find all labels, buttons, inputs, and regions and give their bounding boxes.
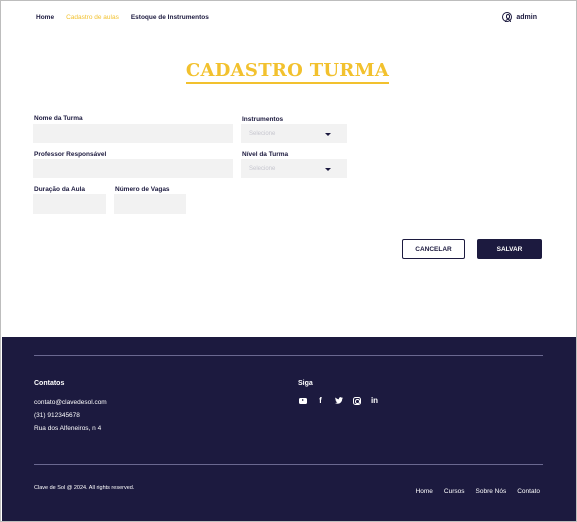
instrumentos-label: Instrumentos — [242, 116, 284, 123]
footer-nav-home[interactable]: Home — [416, 488, 433, 495]
footer-divider-top — [34, 355, 543, 356]
nav-cadastro-aulas-link[interactable]: Cadastro de aulas — [66, 14, 119, 21]
footer-divider-bottom — [34, 464, 543, 465]
nivel-turma-label: Nível da Turma — [242, 151, 289, 158]
facebook-icon[interactable]: f — [316, 396, 325, 405]
nav-estoque-link[interactable]: Estoque de Instrumentos — [131, 14, 209, 21]
contact-email[interactable]: contato@clavedesol.com — [34, 399, 107, 406]
footer-nav-contato[interactable]: Contato — [517, 488, 540, 495]
footer-nav-sobre[interactable]: Sobre Nós — [476, 488, 507, 495]
professor-label: Professor Responsável — [34, 151, 107, 158]
vagas-input[interactable] — [114, 194, 186, 214]
siga-heading: Siga — [298, 380, 313, 387]
copyright-text: Clave de Sol @ 2024. All rights reserved… — [34, 485, 135, 491]
instrumentos-select[interactable]: Selecione — [241, 124, 347, 143]
chevron-down-icon — [325, 133, 331, 136]
footer: Contatos contato@clavedesol.com (31) 912… — [2, 337, 576, 521]
page-title: CADASTRO TURMA — [1, 60, 574, 84]
social-links: f in — [298, 396, 379, 405]
top-nav: Home Cadastro de aulas Estoque de Instru… — [36, 14, 209, 21]
contact-phone: (31) 912345678 — [34, 412, 80, 419]
professor-input[interactable] — [33, 159, 233, 178]
instrumentos-select-value: Selecione — [249, 130, 276, 137]
youtube-icon[interactable] — [298, 396, 307, 405]
twitter-icon[interactable] — [334, 396, 343, 405]
duracao-label: Duração da Aula — [34, 186, 86, 193]
nivel-turma-select-value: Selecione — [249, 165, 276, 172]
vagas-label: Número de Vagas — [115, 186, 170, 193]
instagram-icon[interactable] — [352, 396, 361, 405]
page: Home Cadastro de aulas Estoque de Instru… — [0, 0, 577, 522]
cancel-button[interactable]: CANCELAR — [402, 239, 465, 259]
user-name: admin — [516, 13, 537, 21]
user-menu[interactable]: admin — [502, 12, 537, 22]
contact-address: Rua dos Alfeneiros, n 4 — [34, 425, 102, 432]
nome-turma-label: Nome da Turma — [34, 115, 83, 122]
nivel-turma-select[interactable]: Selecione — [241, 159, 347, 178]
linkedin-icon[interactable]: in — [370, 396, 379, 405]
footer-nav: Home Cursos Sobre Nós Contato — [416, 488, 540, 495]
chevron-down-icon — [325, 168, 331, 171]
contatos-heading: Contatos — [34, 380, 65, 387]
nav-home-link[interactable]: Home — [36, 14, 54, 21]
nome-turma-input[interactable] — [33, 124, 233, 143]
duracao-input[interactable] — [33, 194, 106, 214]
user-circle-icon — [502, 12, 513, 22]
footer-nav-cursos[interactable]: Cursos — [444, 488, 465, 495]
save-button[interactable]: SALVAR — [477, 239, 542, 259]
